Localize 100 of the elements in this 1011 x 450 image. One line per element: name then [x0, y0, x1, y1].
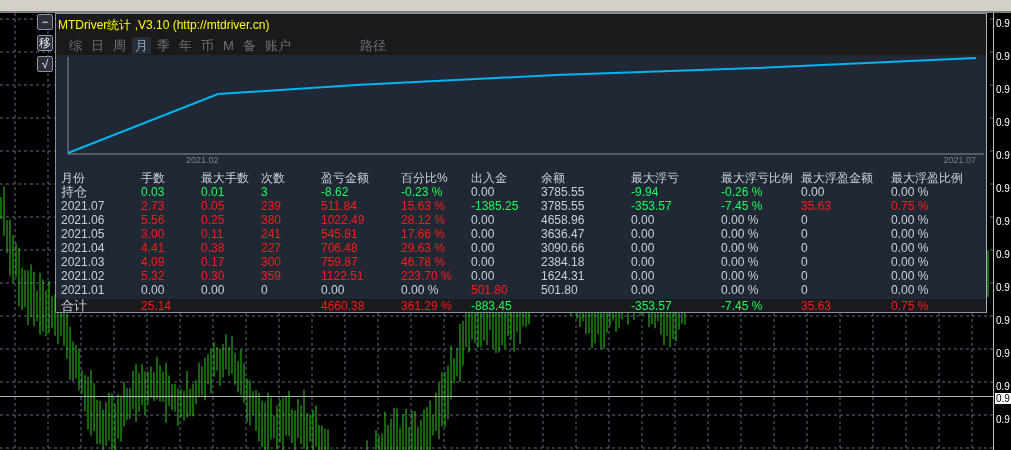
table-cell: 227	[261, 241, 282, 255]
table-cell: 0.17	[201, 255, 225, 269]
table-cell: 3785.55	[541, 185, 585, 199]
table-cell: 35.63	[801, 299, 832, 313]
table-cell: 0.00	[471, 255, 495, 269]
table-cell: 0.00	[631, 227, 655, 241]
table-cell: 0.05	[201, 199, 225, 213]
table-cell: 0.00	[801, 185, 825, 199]
tab[interactable]: 路径	[356, 37, 389, 54]
table-cell: 2021.04	[61, 241, 105, 255]
table-cell: 46.78 %	[401, 255, 446, 269]
table-cell: 0.00 %	[891, 213, 929, 227]
table-cell: 361.29 %	[401, 299, 452, 313]
table-cell: 0	[801, 227, 808, 241]
table-cell: 1122.51	[321, 269, 364, 283]
table-cell: -883.45	[471, 299, 512, 313]
price-tag: 0.9	[995, 393, 1011, 404]
table-cell: 合计	[61, 299, 87, 313]
table-cell: 0.00	[471, 185, 495, 199]
axis-label: 0.9	[995, 183, 1010, 194]
column-header: 盈亏金额	[321, 171, 369, 185]
table-cell: 2384.18	[541, 255, 585, 269]
column-header: 最大手数	[201, 171, 249, 185]
table-cell: 0	[801, 213, 808, 227]
tab[interactable]: 月	[132, 37, 151, 54]
table-cell: 4.41	[141, 241, 165, 255]
table-cell: -0.26 %	[721, 185, 763, 199]
table-cell: 持仓	[61, 185, 87, 199]
table-cell: 239	[261, 199, 282, 213]
panel-title: MTDriver统计 ,V3.10 (http://mtdriver.cn)	[57, 17, 271, 34]
table-cell: 0.00	[471, 241, 495, 255]
table-cell: 0.00	[631, 269, 655, 283]
column-header: 最大浮亏	[631, 171, 679, 185]
table-cell: 0.25	[201, 213, 225, 227]
table-cell: 2021.06	[61, 213, 105, 227]
table-cell: 0.00 %	[721, 255, 759, 269]
tab[interactable]: 日	[88, 37, 107, 54]
table-cell: 0.00	[471, 269, 495, 283]
table-cell: 1624.31	[541, 269, 585, 283]
table-cell: 0	[801, 255, 808, 269]
axis-label: 0.9	[995, 381, 1010, 392]
table-cell: 545.81	[321, 227, 358, 241]
column-header: 最大浮盈比例	[891, 171, 963, 185]
tab[interactable]: 账户	[261, 37, 294, 54]
tab[interactable]: 备	[239, 37, 259, 54]
table-cell: 0.30	[201, 269, 225, 283]
table-cell: 0.00 %	[721, 227, 759, 241]
column-header: 次数	[261, 171, 285, 185]
side-button[interactable]: 移	[37, 35, 53, 51]
table-cell: 0.00 %	[891, 255, 929, 269]
table-cell: 0.00 %	[721, 283, 759, 297]
table-cell: 0.75 %	[891, 199, 929, 213]
table-cell: 501.80	[541, 283, 578, 297]
table-cell: 4658.96	[541, 213, 585, 227]
table-cell: 241	[261, 227, 282, 241]
table-cell: 0.00 %	[721, 213, 759, 227]
axis-label: 2021.07	[943, 155, 976, 166]
table-cell: 0.00	[631, 255, 655, 269]
table-cell: 0.00 %	[891, 269, 929, 283]
side-button[interactable]: −	[37, 14, 53, 30]
table-cell: 0.01	[201, 185, 225, 199]
tab[interactable]: 综	[66, 37, 85, 54]
column-header: 百分比%	[401, 171, 448, 185]
tab[interactable]: 季	[154, 37, 173, 54]
table-cell: 0.00	[201, 283, 225, 297]
table-cell: 17.66 %	[401, 227, 446, 241]
column-header: 手数	[141, 171, 165, 185]
table-cell: 2021.03	[61, 255, 105, 269]
table-cell: 0.00	[631, 213, 655, 227]
axis-label: 0.9	[995, 150, 1010, 161]
table-cell: 0.11	[201, 227, 224, 241]
table-cell: 2021.07	[61, 199, 105, 213]
table-cell: -9.94	[631, 185, 659, 199]
table-cell: 0.00	[471, 227, 495, 241]
column-header: 最大浮盈金额	[801, 171, 873, 185]
tab[interactable]: 年	[176, 37, 195, 54]
axis-label: 0.9	[995, 18, 1010, 29]
tab[interactable]: 币	[198, 37, 217, 54]
table-cell: 3.00	[141, 227, 165, 241]
tab[interactable]: 周	[110, 37, 129, 54]
table-cell: 0.00 %	[721, 269, 759, 283]
table-cell: 511.84	[321, 199, 357, 213]
table-cell: 4660.38	[321, 299, 365, 313]
axis-label: 0.9	[995, 282, 1010, 293]
table-cell: -8.62	[321, 185, 349, 199]
table-cell: 28.12 %	[401, 213, 446, 227]
table-cell: 15.63 %	[401, 199, 446, 213]
table-cell: -0.23 %	[401, 185, 443, 199]
table-cell: 2021.02	[61, 269, 105, 283]
table-cell: 0.00 %	[891, 185, 929, 199]
table-cell: 2021.05	[61, 227, 105, 241]
tab[interactable]: M	[220, 37, 237, 54]
side-button[interactable]: √	[37, 56, 53, 72]
table-cell: 380	[261, 213, 282, 227]
table-cell: 0	[801, 283, 808, 297]
table-cell: 0	[261, 283, 268, 297]
axis-label: 0.9	[995, 51, 1010, 62]
axis-label: 0.9	[995, 249, 1010, 260]
axis-label: 0.9	[995, 117, 1010, 128]
table-cell: -353.57	[631, 299, 672, 313]
